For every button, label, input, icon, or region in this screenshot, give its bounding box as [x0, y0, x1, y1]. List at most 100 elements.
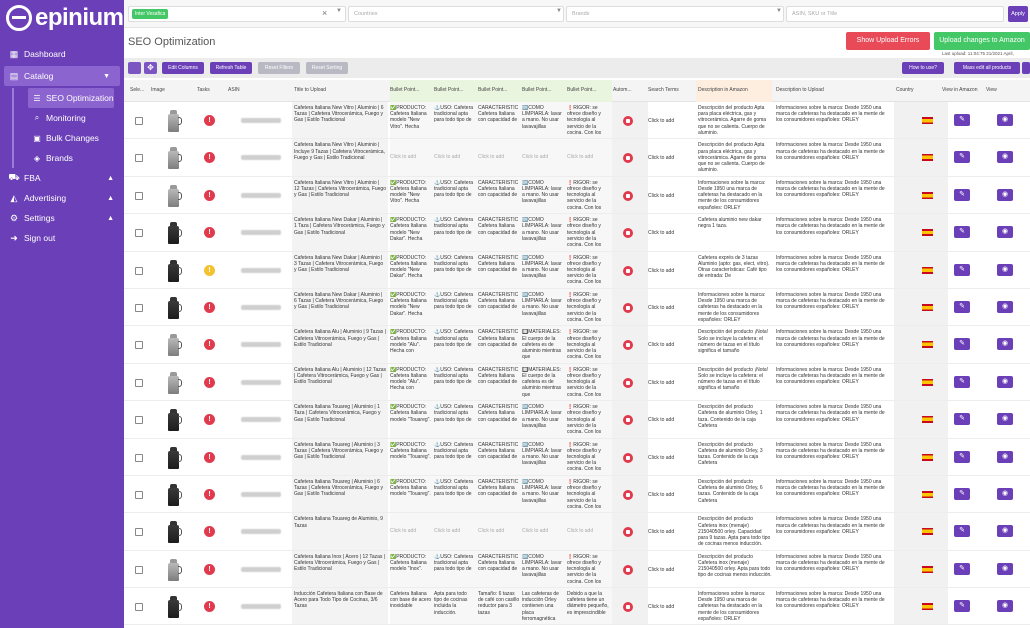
description-upload-cell[interactable]: Informaciones sobre la marca: Desde 1950… — [776, 516, 892, 547]
countries-select[interactable]: Countries — [348, 6, 564, 22]
eye-icon[interactable]: ◉ — [997, 600, 1013, 613]
bullet-1-cell[interactable]: Cafetera Italiana con base de acero inox… — [390, 591, 432, 622]
bullet-3-cell[interactable]: Click to add — [478, 154, 520, 175]
bullet-5-cell[interactable]: ❗RIGOR: se ofrece diseño y tecnología al… — [567, 292, 610, 323]
search-input[interactable]: ASIN, SKU or Title — [786, 6, 1004, 22]
header-bullet-4[interactable]: Bullet Point... — [522, 87, 551, 93]
search-terms-cell[interactable]: Click to add — [648, 529, 674, 535]
row-select-checkbox[interactable] — [135, 490, 143, 499]
search-terms-cell[interactable]: Click to add — [648, 342, 674, 348]
task-exclamation-icon[interactable]: ! — [204, 227, 215, 239]
product-image[interactable] — [164, 557, 184, 583]
bullet-1-cell[interactable]: ✅PRODUCTO: Cafetera Italiana modelo "New… — [390, 105, 432, 136]
row-select-checkbox[interactable] — [135, 603, 143, 612]
stop-icon[interactable] — [623, 302, 633, 313]
edit-icon[interactable]: ✎ — [954, 562, 970, 575]
row-select-checkbox[interactable] — [135, 453, 143, 462]
title-cell[interactable]: Cafetera Italiana New Vitro | Aluminio |… — [294, 142, 386, 173]
bullet-1-cell[interactable]: Click to add — [390, 528, 432, 549]
bullet-4-cell[interactable]: Click to add — [522, 154, 565, 175]
product-image[interactable] — [164, 482, 184, 508]
bullet-2-cell[interactable]: Apta para todo tipo de cocinas incluida … — [434, 591, 476, 622]
task-exclamation-icon[interactable]: ! — [204, 414, 215, 426]
stop-icon[interactable] — [623, 265, 633, 276]
eye-icon[interactable]: ◉ — [997, 188, 1013, 201]
bullet-2-cell[interactable]: Click to add — [434, 528, 476, 549]
expand-icon[interactable]: ✥ — [144, 62, 157, 74]
bullet-5-cell[interactable]: ❗RIGOR: se ofrece diseño y tecnología al… — [567, 255, 610, 286]
sidebar-item-fba[interactable]: ⛟ FBA ▲ — [0, 168, 124, 188]
description-upload-cell[interactable]: Informaciones sobre la marca: Desde 1950… — [776, 142, 892, 173]
edit-icon[interactable]: ✎ — [954, 413, 970, 426]
row-select-checkbox[interactable] — [135, 117, 143, 125]
eye-icon[interactable]: ◉ — [997, 413, 1013, 426]
chevron-down-icon[interactable]: ▼ — [776, 8, 782, 14]
product-image[interactable] — [164, 108, 184, 134]
title-cell[interactable]: Cafetera Italiana New Dakar | Aluminio |… — [294, 292, 386, 323]
description-upload-cell[interactable]: Informaciones sobre la marca: Desde 1950… — [776, 180, 892, 211]
header-image[interactable]: Image — [151, 87, 165, 93]
upload-to-amazon-button[interactable]: Upload changes to Amazon — [934, 32, 1030, 50]
bullet-1-cell[interactable]: Click to add — [390, 154, 432, 175]
description-amazon-cell[interactable]: Informaciones sobre la marca: Desde 1950… — [698, 292, 772, 323]
task-exclamation-icon[interactable]: ! — [204, 301, 215, 313]
task-exclamation-icon[interactable]: ! — [204, 152, 215, 164]
eye-icon[interactable]: ◉ — [997, 263, 1013, 276]
product-image[interactable] — [164, 183, 184, 209]
bullet-2-cell[interactable]: ⚓USO: Cafetera tradicional apta para tod… — [434, 442, 476, 473]
show-upload-errors-button[interactable]: Show Upload Errors — [846, 32, 930, 50]
header-desc-amazon[interactable]: Description in Amazon — [698, 87, 748, 93]
title-cell[interactable]: Cafetera Italiana New Vitro | Aluminio |… — [294, 105, 386, 136]
bullet-2-cell[interactable]: ⚓USO: Cafetera tradicional apta para tod… — [434, 180, 476, 211]
bullet-3-cell[interactable]: CARACTERÍSTIC Cafetera Italiana con capa… — [478, 367, 520, 398]
bullet-1-cell[interactable]: ✅PRODUCTO: Cafetera Italiana modelo "Tou… — [390, 479, 432, 510]
product-image[interactable] — [164, 519, 184, 545]
brands-select[interactable]: Brands — [566, 6, 784, 22]
header-tasks[interactable]: Tasks — [197, 87, 210, 93]
sidebar-subitem-seo[interactable]: ☰ SEO Optimization — [28, 88, 114, 108]
bullet-2-cell[interactable]: ⚓USO: Cafetera tradicional apta para tod… — [434, 105, 476, 136]
description-upload-cell[interactable]: Informaciones sobre la marca: Desde 1950… — [776, 217, 892, 248]
title-cell[interactable]: Cafetera Italiana New Vitro | Aluminio |… — [294, 180, 386, 211]
bullet-3-cell[interactable]: CARACTERÍSTIC Cafetera Italiana con capa… — [478, 217, 520, 248]
edit-icon[interactable]: ✎ — [954, 226, 970, 239]
bullet-1-cell[interactable]: ✅PRODUCTO: Cafetera Italiana modelo "New… — [390, 255, 432, 286]
description-upload-cell[interactable]: Informaciones sobre la marca: Desde 1950… — [776, 591, 892, 622]
product-image[interactable] — [164, 370, 184, 396]
row-select-checkbox[interactable] — [135, 565, 143, 574]
header-bullet-3[interactable]: Bullet Point... — [478, 87, 507, 93]
task-exclamation-icon[interactable]: ! — [204, 189, 215, 201]
sidebar-item-dashboard[interactable]: ▦ Dashboard — [0, 44, 124, 64]
header-asin[interactable]: ASIN — [228, 87, 240, 93]
row-select-checkbox[interactable] — [135, 303, 143, 312]
task-exclamation-icon[interactable]: ! — [204, 451, 215, 463]
bullet-2-cell[interactable]: ⚓USO: Cafetera tradicional apta para tod… — [434, 255, 476, 286]
bullet-1-cell[interactable]: ✅PRODUCTO: Cafetera Italiana modelo "Ino… — [390, 554, 432, 585]
sidebar-item-advertising[interactable]: ◭ Advertising ▲ — [0, 188, 124, 208]
edit-icon[interactable]: ✎ — [954, 600, 970, 613]
stop-icon[interactable] — [623, 116, 633, 126]
bullet-3-cell[interactable]: CARACTERÍSTIC Cafetera Italiana con capa… — [478, 292, 520, 323]
row-select-checkbox[interactable] — [135, 378, 143, 387]
product-image[interactable] — [164, 145, 184, 171]
header-bullet-2[interactable]: Bullet Point... — [434, 87, 463, 93]
refresh-table-button[interactable]: Refresh Table — [210, 62, 252, 74]
bullet-3-cell[interactable]: CARACTERÍSTIC Cafetera Italiana con capa… — [478, 404, 520, 435]
search-terms-cell[interactable]: Click to add — [648, 118, 674, 124]
eye-icon[interactable]: ◉ — [997, 450, 1013, 463]
description-amazon-cell[interactable]: Descripción del producto Cafetera de alu… — [698, 479, 772, 510]
row-select-checkbox[interactable] — [135, 266, 143, 275]
bullet-2-cell[interactable]: ⚓USO: Cafetera tradicional apta para tod… — [434, 367, 476, 398]
bullet-4-cell[interactable]: 🆗CÓMO LIMPIARLA: lavar a mano. No usar l… — [522, 105, 565, 136]
header-bullet-5[interactable]: Bullet Point... — [567, 87, 596, 93]
bullet-5-cell[interactable]: Debido a que la cafetera tiene un diámet… — [567, 591, 610, 622]
product-image[interactable] — [164, 407, 184, 433]
product-image[interactable] — [164, 220, 184, 246]
reset-sorting-button[interactable]: Reset Sorting — [306, 62, 348, 74]
title-cell[interactable]: Cafetera Italiana Alu | Aluminio | 12 Ta… — [294, 367, 386, 398]
bullet-3-cell[interactable]: CARACTERÍSTIC Cafetera Italiana con capa… — [478, 105, 520, 136]
description-upload-cell[interactable]: Informaciones sobre la marca: Desde 1950… — [776, 404, 892, 435]
title-cell[interactable]: Cafetera Italiana Touareg | Aluminio | 3… — [294, 442, 386, 473]
eye-icon[interactable]: ◉ — [997, 562, 1013, 575]
task-exclamation-icon[interactable]: ! — [204, 488, 215, 500]
